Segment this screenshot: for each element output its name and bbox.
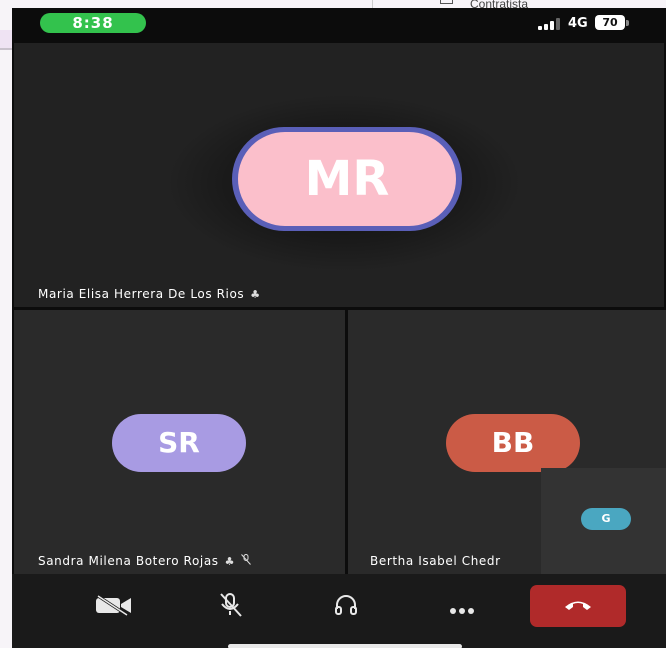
hang-up-icon: [563, 597, 593, 616]
end-call-button[interactable]: [530, 585, 626, 627]
self-avatar: G: [581, 508, 631, 530]
background-column-divider: [372, 0, 373, 8]
self-view-tile[interactable]: G: [541, 468, 666, 574]
audio-button[interactable]: [316, 586, 376, 628]
avatar: MR: [238, 132, 456, 226]
checkbox-icon: [440, 0, 453, 4]
avatar: SR: [112, 414, 246, 472]
avatar: BB: [446, 414, 580, 472]
participant-name-label: Maria Elisa Herrera De Los Rios: [38, 287, 245, 301]
video-off-icon: [94, 594, 134, 620]
headphones-icon: [333, 594, 359, 620]
network-label: 4G: [568, 16, 588, 31]
battery-icon: 70: [595, 15, 625, 30]
group-icon: ♣: [250, 288, 261, 301]
home-indicator: [228, 644, 462, 648]
participant-name: Bertha Isabel Chedr: [370, 554, 501, 568]
participant-name: Maria Elisa Herrera De Los Rios ♣: [38, 287, 261, 301]
mic-off-icon: [215, 592, 245, 622]
phone-screen: 8:38 4G 70 MR Maria Elisa Herrera De Los…: [12, 8, 666, 648]
status-time: 8:38: [40, 13, 146, 33]
battery-tip: [626, 20, 629, 26]
mute-button[interactable]: [200, 586, 260, 628]
status-bar: 8:38 4G 70: [12, 8, 666, 42]
mic-off-icon: [241, 554, 251, 568]
participant-name: Sandra Milena Botero Rojas ♣: [38, 554, 251, 568]
group-icon: ♣: [224, 555, 236, 568]
signal-icon: [538, 18, 564, 30]
call-controls: [12, 574, 666, 648]
more-icon: [449, 592, 475, 622]
video-toggle-button[interactable]: [84, 586, 144, 628]
participant-tile[interactable]: SR Sandra Milena Botero Rojas ♣: [14, 310, 345, 574]
participant-name-label: Sandra Milena Botero Rojas: [38, 554, 219, 568]
participant-tile-main[interactable]: MR Maria Elisa Herrera De Los Rios ♣: [14, 43, 664, 307]
more-options-button[interactable]: [432, 586, 492, 628]
